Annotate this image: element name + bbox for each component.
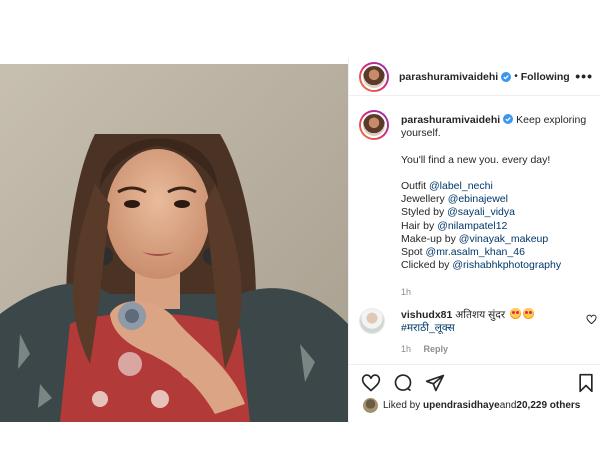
- verified-icon: [503, 114, 514, 124]
- instagram-post: parashuramivaidehi • Following ••• paras…: [0, 58, 600, 424]
- credit-label: Jewellery: [401, 193, 448, 206]
- share-icon[interactable]: [425, 373, 445, 393]
- following-button[interactable]: Following: [521, 71, 570, 83]
- credit-label: Spot: [401, 246, 426, 258]
- credit-line: Outfit @label_nechi: [401, 180, 600, 193]
- heart-eyes-emoji-icon: [523, 308, 535, 319]
- liker-avatar[interactable]: [363, 398, 378, 413]
- comment-hashtag[interactable]: #मराठी_लूक्स: [401, 322, 455, 334]
- comment-text: अतिशय सुंदर: [455, 309, 506, 321]
- caption-body: parashuramivaidehi Keep exploring yourse…: [401, 114, 600, 300]
- more-icon[interactable]: •••: [575, 68, 593, 84]
- credit-line: Styled by @sayali_vidya: [401, 206, 600, 219]
- post-sidebar: parashuramivaidehi • Following ••• paras…: [348, 58, 600, 424]
- post-photo[interactable]: [0, 64, 348, 422]
- caption-time: 1h: [401, 287, 412, 298]
- credit-label: Make-up by: [401, 232, 459, 245]
- credit-line: Clicked by @rishabhkphotography: [401, 259, 600, 272]
- post-image: [0, 64, 348, 422]
- comment-time: 1h: [401, 344, 412, 354]
- author-username[interactable]: parashuramivaidehi: [399, 71, 498, 83]
- likes-summary: Liked by upendrasidhaye and 20,229 other…: [363, 398, 580, 413]
- caption-username[interactable]: parashuramivaidehi: [401, 114, 500, 126]
- commenter-username[interactable]: vishudx81: [401, 309, 452, 321]
- header-separator: •: [514, 71, 518, 82]
- author-avatar[interactable]: [359, 61, 389, 92]
- comment-meta: 1h Reply: [401, 344, 448, 354]
- bookmark-icon[interactable]: [577, 373, 595, 393]
- credit-line: Make-up by @vinayak_makeup: [401, 233, 600, 246]
- credit-line: Spot @mr.asalm_khan_46: [401, 246, 600, 259]
- verified-icon: [501, 71, 512, 82]
- caption-line2: You'll find a new you. every day!: [401, 153, 551, 166]
- reply-button[interactable]: Reply: [424, 344, 449, 354]
- credit-label: Clicked by: [401, 259, 453, 272]
- credit-label: Hair by: [401, 219, 438, 232]
- post-header: parashuramivaidehi • Following •••: [349, 58, 600, 96]
- credit-handle[interactable]: @label_nechi: [429, 180, 493, 192]
- heart-eyes-emoji-icon: [510, 308, 522, 319]
- liker-username[interactable]: upendrasidhaye: [423, 400, 500, 411]
- comment-body: vishudx81 अतिशय सुंदर #मराठी_लूक्स: [401, 308, 581, 335]
- credit-handle[interactable]: @vinayak_makeup: [459, 233, 548, 245]
- small-heart-icon[interactable]: [586, 314, 597, 325]
- caption-credits: Outfit @label_nechi Jewellery @ebinajewel…: [401, 180, 600, 272]
- credit-handle[interactable]: @rishabhkphotography: [452, 259, 561, 271]
- credit-label: Outfit: [401, 179, 430, 192]
- credit-label: Styled by: [401, 206, 448, 219]
- likes-count[interactable]: 20,229 others: [516, 400, 580, 411]
- likes-middle: and: [499, 400, 517, 411]
- likes-prefix: Liked by: [383, 400, 421, 411]
- comment-icon[interactable]: [393, 373, 413, 393]
- credit-line: Hair by @nilampatel12: [401, 220, 600, 233]
- commenter-avatar[interactable]: [359, 308, 385, 334]
- caption-first-line: parashuramivaidehi Keep exploring yourse…: [401, 114, 600, 140]
- heart-icon[interactable]: [361, 373, 381, 393]
- credit-line: Jewellery @ebinajewel: [401, 193, 600, 206]
- credit-handle[interactable]: @ebinajewel: [448, 193, 508, 205]
- caption-author-avatar[interactable]: [359, 110, 389, 140]
- action-bar: [349, 364, 600, 394]
- credit-handle[interactable]: @mr.asalm_khan_46: [426, 246, 525, 258]
- credit-handle[interactable]: @sayali_vidya: [447, 206, 515, 218]
- credit-handle[interactable]: @nilampatel12: [437, 220, 507, 232]
